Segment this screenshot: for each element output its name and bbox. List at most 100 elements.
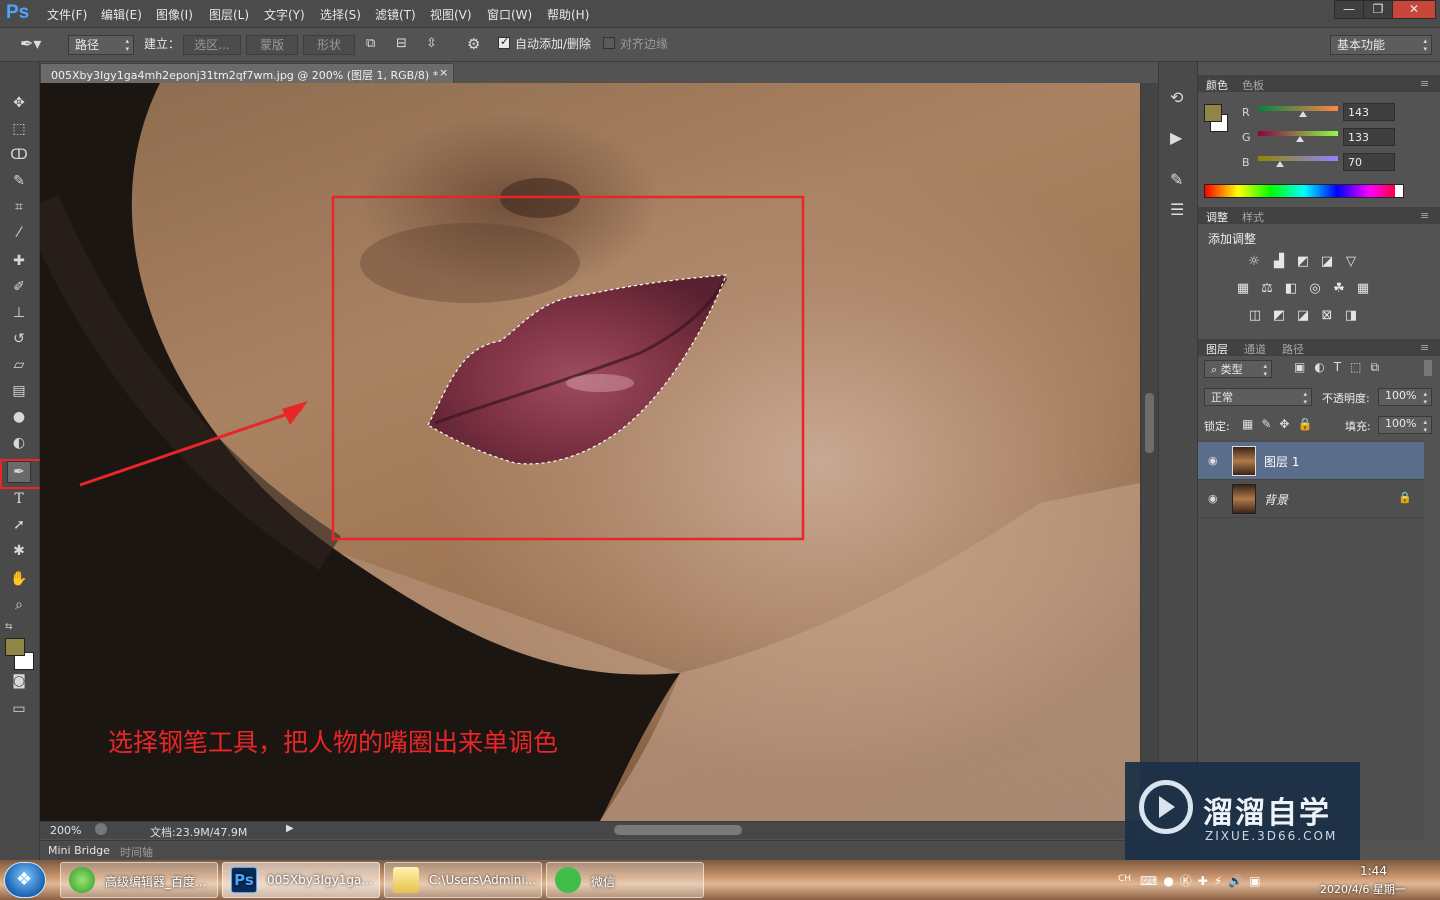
clone-stamp-tool-icon[interactable]: ⊥ xyxy=(7,302,31,324)
blend-mode-select[interactable]: 正常 xyxy=(1204,388,1312,406)
layer-name[interactable]: 图层 1 xyxy=(1264,453,1299,470)
black-white-icon[interactable]: ◧ xyxy=(1283,281,1299,297)
curves-icon[interactable]: ◩ xyxy=(1295,254,1311,270)
threshold-icon[interactable]: ◪ xyxy=(1295,308,1311,324)
menu-layer[interactable]: 图层(L) xyxy=(209,6,249,23)
canvas-vertical-scrollbar[interactable] xyxy=(1140,83,1158,821)
status-menu-arrow-icon[interactable]: ▶ xyxy=(286,823,294,834)
lock-icons[interactable]: ▦✎✥🔒 xyxy=(1242,417,1320,431)
workspace-select[interactable]: 基本功能 xyxy=(1330,35,1432,55)
taskbar-item-browser[interactable]: 高级编辑器_百度... xyxy=(60,862,218,898)
eye-icon[interactable]: ◉ xyxy=(1208,454,1218,467)
path-mode-select[interactable]: 路径 xyxy=(68,35,134,55)
eraser-tool-icon[interactable]: ▱ xyxy=(7,354,31,376)
blue-value-field[interactable]: 70 xyxy=(1343,153,1395,171)
menu-view[interactable]: 视图(V) xyxy=(430,6,472,23)
history-panel-icon[interactable]: ⟲ xyxy=(1170,88,1183,107)
crop-tool-icon[interactable]: ⌗ xyxy=(7,196,31,218)
close-tab-icon[interactable]: × xyxy=(439,66,448,79)
brush-tool-icon[interactable]: ✐ xyxy=(7,276,31,298)
invert-icon[interactable]: ◫ xyxy=(1247,308,1263,324)
tab-paths[interactable]: 路径 xyxy=(1282,341,1304,357)
path-arrangement-icon[interactable]: ⇳ xyxy=(426,35,448,55)
posterize-icon[interactable]: ◩ xyxy=(1271,308,1287,324)
menu-window[interactable]: 窗口(W) xyxy=(487,6,532,23)
start-button[interactable]: ❖ xyxy=(4,862,46,898)
close-button[interactable]: ✕ xyxy=(1392,0,1436,19)
hand-tool-icon[interactable]: ✋ xyxy=(7,568,31,590)
tab-mini-bridge[interactable]: Mini Bridge xyxy=(48,844,110,857)
layer-filter-select[interactable]: ⌕ 类型 xyxy=(1204,360,1272,378)
actions-panel-icon[interactable]: ▶ xyxy=(1170,128,1182,147)
minimize-button[interactable]: — xyxy=(1334,0,1364,19)
channel-mixer-icon[interactable]: ☘ xyxy=(1331,281,1347,297)
photo-filter-icon[interactable]: ◎ xyxy=(1307,281,1323,297)
tab-color[interactable]: 颜色 xyxy=(1206,77,1228,93)
eyedropper-tool-icon[interactable]: ⁄ xyxy=(7,222,31,244)
path-selection-tool-icon[interactable]: ➚ xyxy=(7,514,31,536)
menu-filter[interactable]: 滤镜(T) xyxy=(375,6,416,23)
pen-tool-preset-icon[interactable]: ✒▾ xyxy=(20,35,56,55)
path-operations-icon[interactable]: ⧉ xyxy=(366,35,386,55)
horizontal-scrollbar-thumb[interactable] xyxy=(614,825,742,835)
tab-timeline[interactable]: 时间轴 xyxy=(120,844,153,860)
selective-color-icon[interactable]: ◨ xyxy=(1343,308,1359,324)
opacity-field[interactable]: 100% xyxy=(1378,388,1432,406)
brush-panel-icon[interactable]: ✎ xyxy=(1170,170,1183,189)
spectrum-white-swatch[interactable] xyxy=(1395,185,1403,197)
panel-menu-icon[interactable]: ≡ xyxy=(1420,77,1429,90)
zoom-tool-icon[interactable]: ⌕ xyxy=(7,594,31,616)
custom-shape-tool-icon[interactable]: ✱ xyxy=(7,540,31,562)
ime-indicator[interactable]: CH xyxy=(1118,874,1131,884)
hue-saturation-icon[interactable]: ▦ xyxy=(1235,281,1251,297)
type-tool-icon[interactable]: T xyxy=(7,488,31,510)
eye-icon[interactable]: ◉ xyxy=(1208,492,1218,505)
taskbar-item-photoshop[interactable]: Ps 005Xby3Igy1ga... xyxy=(222,862,380,898)
taskbar-item-explorer[interactable]: C:\Users\Admini... xyxy=(384,862,542,898)
make-mask-button[interactable]: 蒙版 xyxy=(246,35,298,55)
healing-brush-tool-icon[interactable]: ✚ xyxy=(7,250,31,272)
tab-layers[interactable]: 图层 xyxy=(1206,341,1228,357)
tab-styles[interactable]: 样式 xyxy=(1242,209,1264,225)
menu-edit[interactable]: 编辑(E) xyxy=(101,6,142,23)
green-slider-thumb[interactable] xyxy=(1295,136,1304,142)
make-selection-button[interactable]: 选区... xyxy=(183,35,241,55)
fill-field[interactable]: 100% xyxy=(1378,416,1432,434)
green-value-field[interactable]: 133 xyxy=(1343,128,1395,146)
menu-select[interactable]: 选择(S) xyxy=(320,6,361,23)
zoom-level[interactable]: 200% xyxy=(50,824,81,837)
red-slider-thumb[interactable] xyxy=(1298,111,1307,117)
menu-image[interactable]: 图像(I) xyxy=(156,6,193,23)
tab-channels[interactable]: 通道 xyxy=(1244,341,1266,357)
dodge-tool-icon[interactable]: ◐ xyxy=(7,432,31,454)
color-panel-foreground-swatch[interactable] xyxy=(1204,104,1222,122)
red-value-field[interactable]: 143 xyxy=(1343,103,1395,121)
lasso-tool-icon[interactable]: ↀ xyxy=(7,144,31,166)
color-lookup-icon[interactable]: ▦ xyxy=(1355,281,1371,297)
color-spectrum-bar[interactable] xyxy=(1204,184,1404,198)
swap-colors-icon[interactable]: ⇆ xyxy=(5,622,13,632)
panel-menu-icon[interactable]: ≡ xyxy=(1420,341,1429,354)
marquee-tool-icon[interactable]: ⬚ xyxy=(7,118,31,140)
make-shape-button[interactable]: 形状 xyxy=(303,35,355,55)
blue-slider-thumb[interactable] xyxy=(1275,161,1284,167)
brightness-contrast-icon[interactable]: ☼ xyxy=(1246,254,1262,270)
panel-menu-icon[interactable]: ≡ xyxy=(1420,209,1429,222)
exposure-icon[interactable]: ◪ xyxy=(1319,254,1335,270)
system-tray-icons[interactable]: ⌨●Ⓚ✚⚡🔊▣ xyxy=(1140,872,1267,889)
menu-type[interactable]: 文字(Y) xyxy=(264,6,305,23)
layer-name[interactable]: 背景 xyxy=(1264,491,1288,508)
foreground-color-swatch[interactable] xyxy=(5,638,25,656)
status-info-icon[interactable] xyxy=(95,823,107,835)
vibrance-icon[interactable]: ▽ xyxy=(1343,254,1359,270)
menu-file[interactable]: 文件(F) xyxy=(47,6,87,23)
align-edges-checkbox[interactable] xyxy=(603,37,615,49)
restore-button[interactable]: ❐ xyxy=(1363,0,1393,19)
layer-row[interactable]: ◉ 图层 1 xyxy=(1198,442,1424,480)
filter-toggle-icon[interactable] xyxy=(1424,360,1432,376)
gradient-map-icon[interactable]: ⊠ xyxy=(1319,308,1335,324)
tab-adjustments[interactable]: 调整 xyxy=(1206,209,1228,225)
taskbar-item-wechat[interactable]: 微信 xyxy=(546,862,704,898)
color-balance-icon[interactable]: ⚖ xyxy=(1259,281,1275,297)
path-alignment-icon[interactable]: ⊟ xyxy=(396,35,416,55)
